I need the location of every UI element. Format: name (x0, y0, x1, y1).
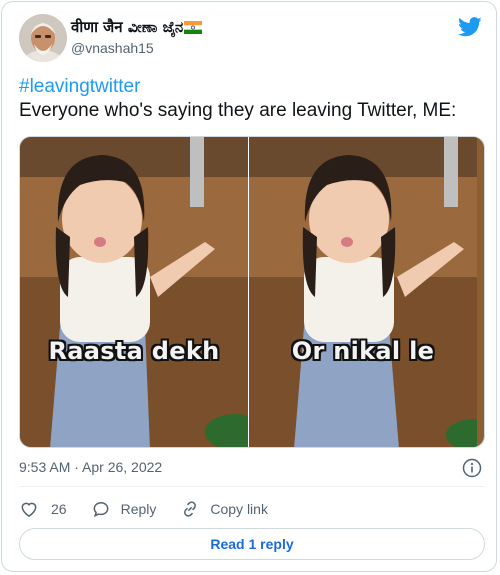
reply-label: Reply (120, 501, 157, 517)
copy-link-button[interactable]: Copy link (180, 499, 268, 519)
girl-photo-left (20, 137, 248, 447)
hashtag-link[interactable]: #leavingtwitter (19, 75, 485, 99)
tweet-timestamp[interactable]: 9:53 AM · Apr 26, 2022 (19, 459, 162, 475)
reply-button[interactable]: Reply (91, 499, 157, 519)
action-bar: 26 Reply Copy link (19, 498, 268, 520)
media-panel-right: Or nikal le (249, 137, 477, 447)
india-flag-icon (184, 20, 203, 38)
left-caption: Raasta dekh (48, 337, 220, 365)
tweet-text: #leavingtwitter Everyone who's saying th… (19, 75, 485, 123)
profile-photo-icon (19, 14, 67, 62)
girl-photo-right (249, 137, 477, 447)
right-caption: Or nikal le (291, 337, 435, 365)
reply-bubble-icon (93, 501, 108, 518)
media-panel-left: Raasta dekh (20, 137, 248, 447)
heart-icon (21, 502, 37, 517)
avatar[interactable] (19, 14, 67, 62)
display-name-text: वीणा जैन ವೀಣಾ ಜೈನ (71, 18, 184, 36)
user-handle[interactable]: @vnashah15 (71, 40, 154, 56)
tweet-media[interactable]: Raasta dekh Or nikal le (19, 136, 485, 448)
display-name[interactable]: वीणा जैन ವೀಣಾ ಜೈನ (71, 17, 203, 38)
twitter-bird-icon[interactable] (458, 17, 482, 37)
info-icon[interactable] (462, 458, 482, 478)
tweet-card[interactable]: वीणा जैन ವೀಣಾ ಜೈನ @vnashah15 #leavingtwi… (1, 1, 497, 572)
read-replies-button[interactable]: Read 1 reply (19, 528, 485, 560)
like-count: 26 (51, 501, 67, 517)
like-button[interactable]: 26 (19, 499, 67, 519)
tweet-body: Everyone who's saying they are leaving T… (19, 100, 457, 121)
divider (19, 486, 485, 487)
copy-link-label: Copy link (210, 501, 268, 517)
link-icon (184, 501, 197, 517)
